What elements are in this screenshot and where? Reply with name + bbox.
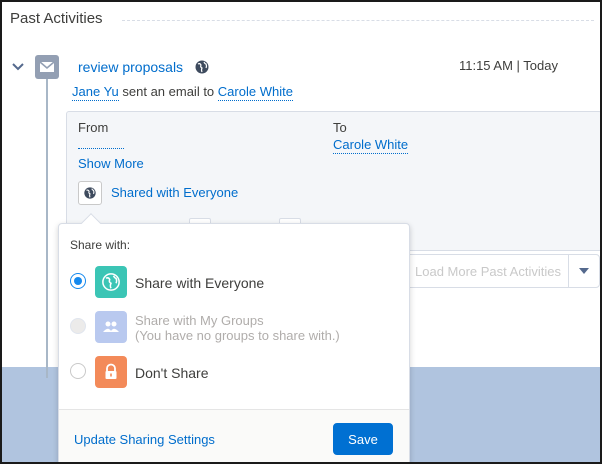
share-everyone-radio[interactable] <box>70 273 86 289</box>
from-value-placeholder <box>78 148 124 149</box>
to-recipient-link[interactable]: Carole White <box>333 137 409 154</box>
activity-panel: Past Activities review proposals 11:15 A… <box>0 0 602 464</box>
chevron-down-icon[interactable] <box>10 59 26 75</box>
activity-verb: sent an email to <box>122 84 215 99</box>
globe-icon <box>102 273 120 291</box>
caret-down-icon <box>579 268 589 274</box>
share-everyone-label[interactable]: Share with Everyone <box>135 275 264 291</box>
groups-icon <box>103 321 119 332</box>
share-with-heading: Share with: <box>70 238 131 252</box>
timeline-line <box>46 78 48 378</box>
share-everyone-tile <box>95 266 127 298</box>
load-more-label: Load More Past Activities <box>415 263 561 279</box>
share-groups-label[interactable]: Share with My Groups (You have no groups… <box>135 313 340 343</box>
activity-summary: Jane Yu sent an email to Carole White <box>72 84 293 101</box>
share-groups-title: Share with My Groups <box>135 313 264 328</box>
actor-link[interactable]: Jane Yu <box>72 84 119 101</box>
dont-share-radio[interactable] <box>70 363 86 379</box>
share-groups-tile <box>95 311 127 343</box>
share-groups-note: (You have no groups to share with.) <box>135 328 340 343</box>
load-more-menu-button[interactable] <box>568 254 600 288</box>
show-more-link[interactable]: Show More <box>78 156 144 171</box>
recipient-link[interactable]: Carole White <box>217 84 293 101</box>
email-icon <box>35 55 59 79</box>
section-divider <box>122 20 594 21</box>
from-label: From <box>78 120 109 135</box>
dont-share-tile <box>95 356 127 388</box>
globe-icon <box>195 60 209 74</box>
globe-icon <box>84 187 96 199</box>
lock-icon <box>105 363 117 379</box>
to-label: To <box>333 120 347 135</box>
shared-with-link[interactable]: Shared with Everyone <box>111 185 238 200</box>
save-button[interactable]: Save <box>333 423 393 455</box>
dont-share-label[interactable]: Don't Share <box>135 365 209 381</box>
activity-timestamp: 11:15 AM | Today <box>458 58 558 73</box>
update-sharing-settings-link[interactable]: Update Sharing Settings <box>74 432 215 447</box>
share-groups-radio[interactable] <box>70 318 86 334</box>
sharing-button[interactable] <box>78 181 102 205</box>
section-title: Past Activities <box>10 10 103 27</box>
activity-subject-link[interactable]: review proposals <box>78 59 183 75</box>
